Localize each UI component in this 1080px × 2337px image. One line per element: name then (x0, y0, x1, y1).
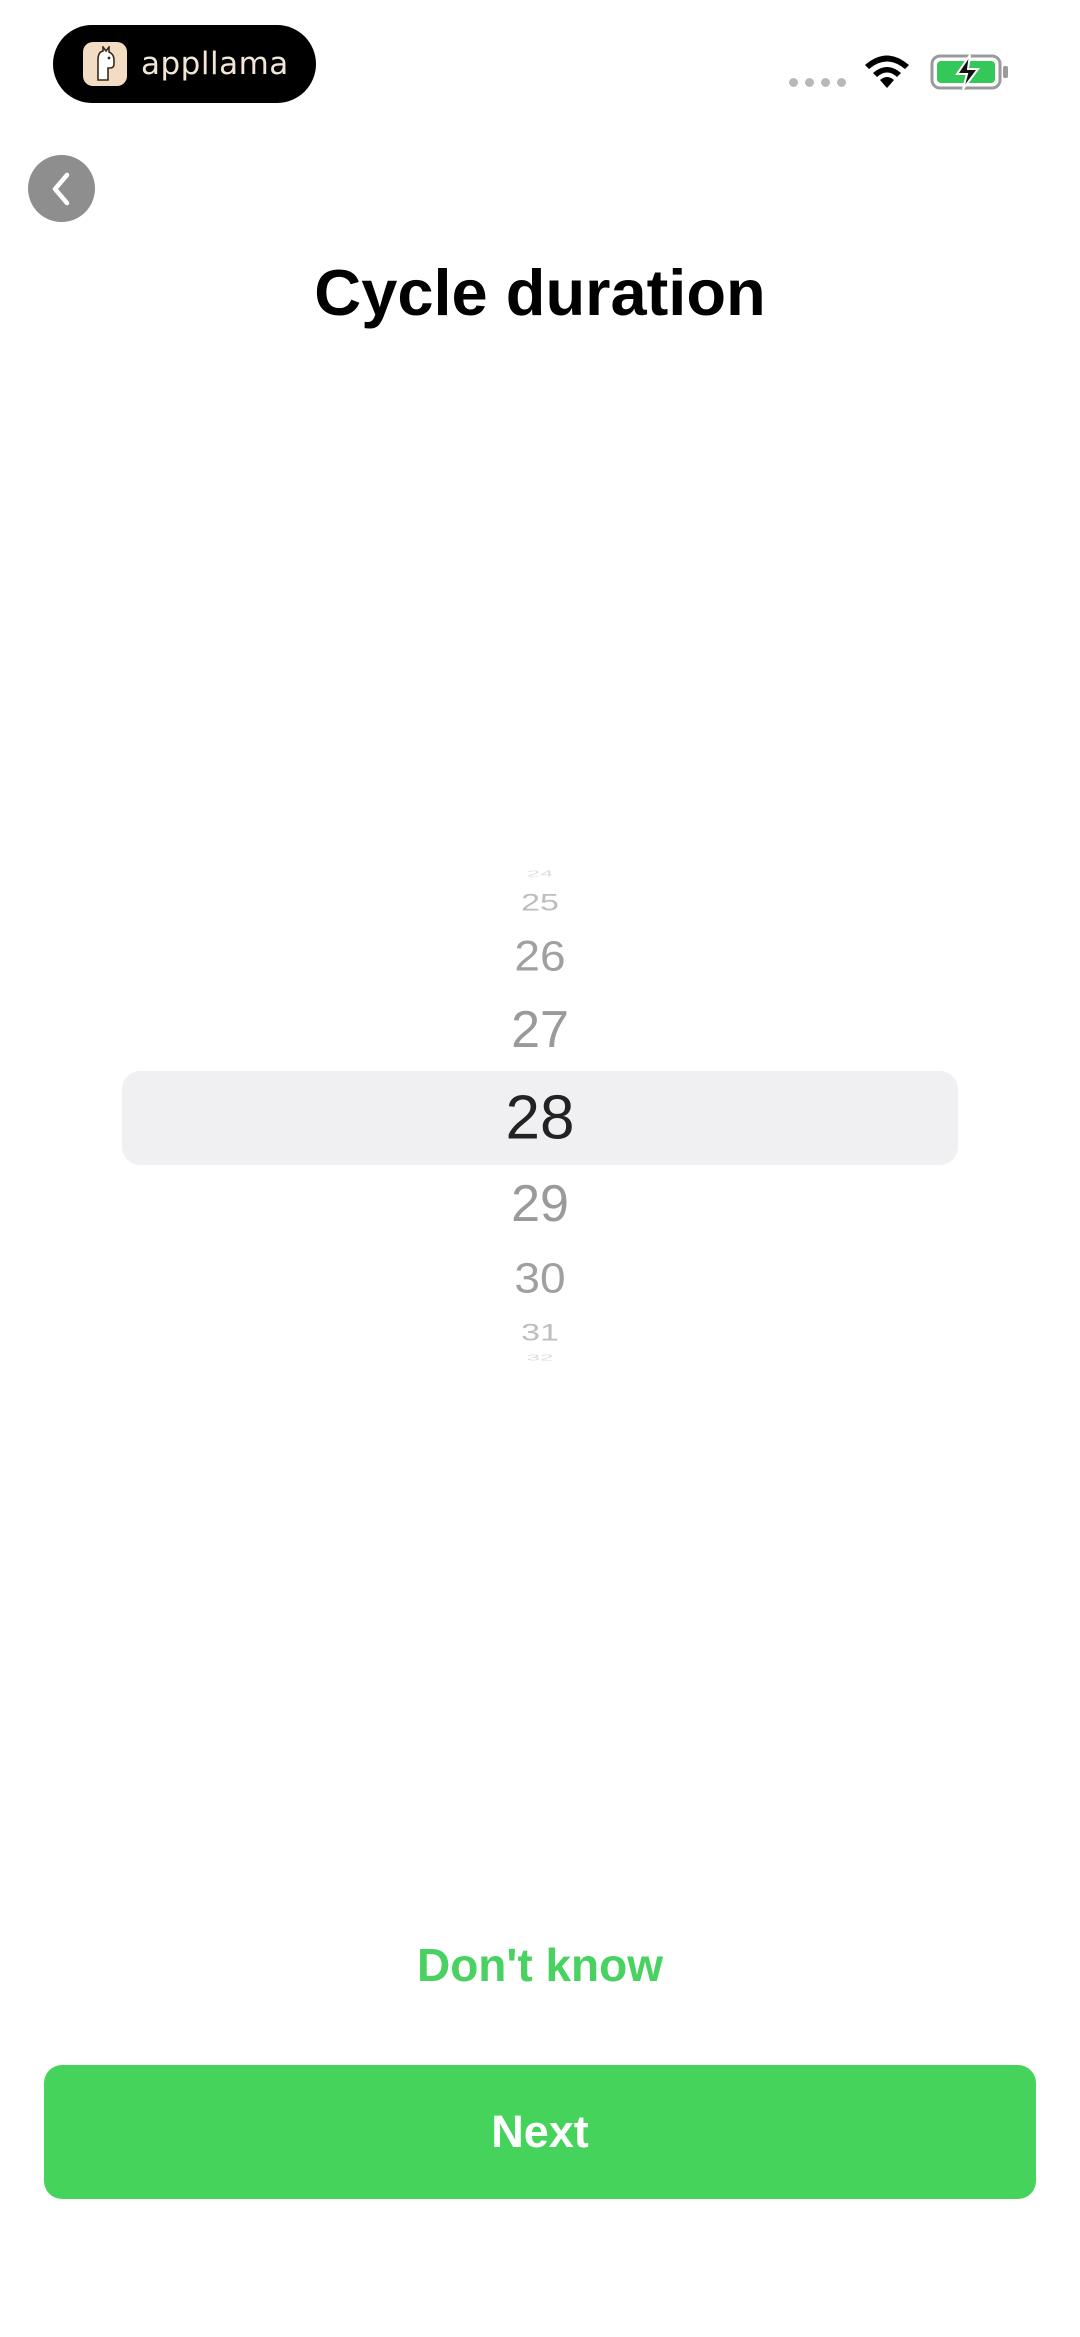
brand-badge: appllama (53, 25, 316, 103)
screen: appllama Cycle duration 24 25 26 27 28 2… (0, 0, 1080, 2337)
picker-item[interactable]: 32 (0, 1353, 1080, 1363)
llama-logo-icon (83, 42, 127, 86)
chevron-left-icon (52, 172, 69, 205)
picker-item[interactable]: 30 (0, 1253, 1080, 1303)
picker-item[interactable]: 25 (0, 889, 1080, 916)
back-button[interactable] (28, 155, 95, 222)
picker-item[interactable]: 27 (0, 1000, 1080, 1060)
dont-know-button[interactable]: Don't know (0, 1938, 1080, 1992)
wifi-icon (865, 55, 909, 88)
page-title: Cycle duration (314, 256, 766, 329)
signal-dots-icon (789, 78, 846, 87)
picker-item[interactable]: 24 (0, 869, 1080, 879)
brand-name: appllama (141, 46, 289, 82)
picker-item[interactable]: 29 (0, 1174, 1080, 1234)
next-button-label: Next (491, 2106, 589, 2157)
battery-charging-icon (930, 54, 1008, 90)
picker-item[interactable]: 26 (0, 931, 1080, 981)
picker-item[interactable]: 31 (0, 1319, 1080, 1346)
picker-item-selected[interactable]: 28 (0, 1083, 1080, 1154)
next-button[interactable]: Next (44, 2065, 1036, 2199)
